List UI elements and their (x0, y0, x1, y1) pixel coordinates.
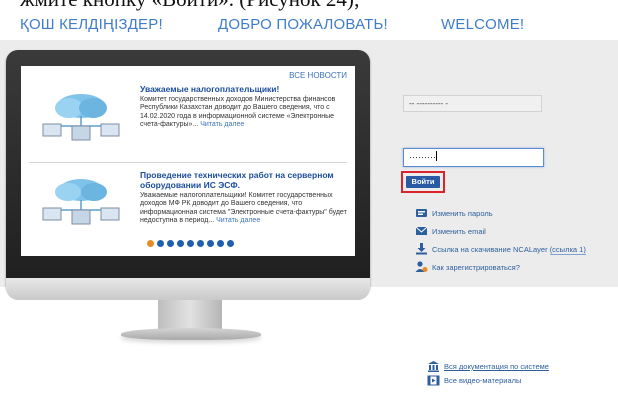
envelope-icon (415, 226, 428, 235)
download-icon (416, 243, 427, 255)
carousel-dot[interactable] (227, 240, 234, 247)
add-user-icon (415, 261, 428, 272)
carousel-dot[interactable] (167, 240, 174, 247)
all-docs-label: Вся документация по системе (444, 362, 549, 371)
change-password-label: Изменить пароль (432, 209, 493, 218)
monitor-stand (158, 300, 222, 330)
login-panel: -- ---------- - ········· Войти Изменить… (388, 62, 612, 282)
carousel-dot[interactable] (197, 240, 204, 247)
register-label: Как зарегистрироваться? (432, 263, 520, 272)
news-carousel: ВСЕ НОВОСТИ Уважаемые налогоплательщики!… (21, 66, 355, 256)
document-caption: жмите кнопку «Войти». (Рисунок 24); (0, 0, 618, 11)
login-input[interactable]: -- ---------- - (403, 95, 542, 112)
news-title[interactable]: Уважаемые налогоплательщики! (140, 84, 345, 94)
text-caret (435, 151, 437, 161)
news-text: Уважаемые налогоплательщики! Комитет гос… (140, 192, 347, 225)
read-more-link[interactable]: Читать далее (216, 217, 260, 224)
carousel-dot[interactable] (177, 240, 184, 247)
password-form-icon (416, 209, 427, 217)
login-button[interactable]: Войти (406, 176, 440, 188)
all-videos-label: Все видео-материалы (444, 376, 522, 385)
carousel-dot[interactable] (207, 240, 214, 247)
change-email-label: Изменить email (432, 227, 486, 236)
news-title[interactable]: Проведение технических работ на серверно… (140, 170, 345, 190)
building-docs-icon (428, 361, 439, 372)
video-icon (427, 375, 440, 386)
all-news-link[interactable]: ВСЕ НОВОСТИ (289, 71, 347, 80)
carousel-pagination (147, 240, 234, 248)
news-divider (29, 162, 347, 163)
monitor-chin (6, 278, 370, 300)
monitor-base (121, 328, 261, 340)
cloud-network-icon (42, 94, 120, 141)
ncalayer-alt-link[interactable]: (ссылка 1) (549, 245, 586, 255)
news-text: Комитет государственных доходов Министер… (140, 96, 336, 129)
password-mask: ········· (409, 152, 436, 162)
password-input[interactable]: ········· (403, 148, 544, 167)
carousel-dot[interactable] (217, 240, 224, 247)
login-button-highlight: Войти (401, 171, 445, 193)
welcome-kazakh: ҚОШ КЕЛДІҢІЗДЕР! (20, 16, 163, 33)
welcome-bar: ҚОШ КЕЛДІҢІЗДЕР! ДОБРО ПОЖАЛОВАТЬ! WELCO… (0, 11, 618, 39)
carousel-dot[interactable] (157, 240, 164, 247)
news-item: Уважаемые налогоплательщики! Комитет гос… (21, 80, 355, 162)
welcome-russian: ДОБРО ПОЖАЛОВАТЬ! (218, 16, 388, 33)
carousel-dot[interactable] (147, 240, 154, 247)
cloud-network-icon (42, 179, 120, 225)
ncalayer-label: Ссылка на скачивание NCALayer (ссылка 1) (432, 245, 586, 255)
carousel-dot[interactable] (187, 240, 194, 247)
read-more-link[interactable]: Читать далее (200, 121, 244, 128)
news-item: Проведение технических работ на серверно… (21, 166, 355, 236)
welcome-english: WELCOME! (441, 16, 525, 33)
